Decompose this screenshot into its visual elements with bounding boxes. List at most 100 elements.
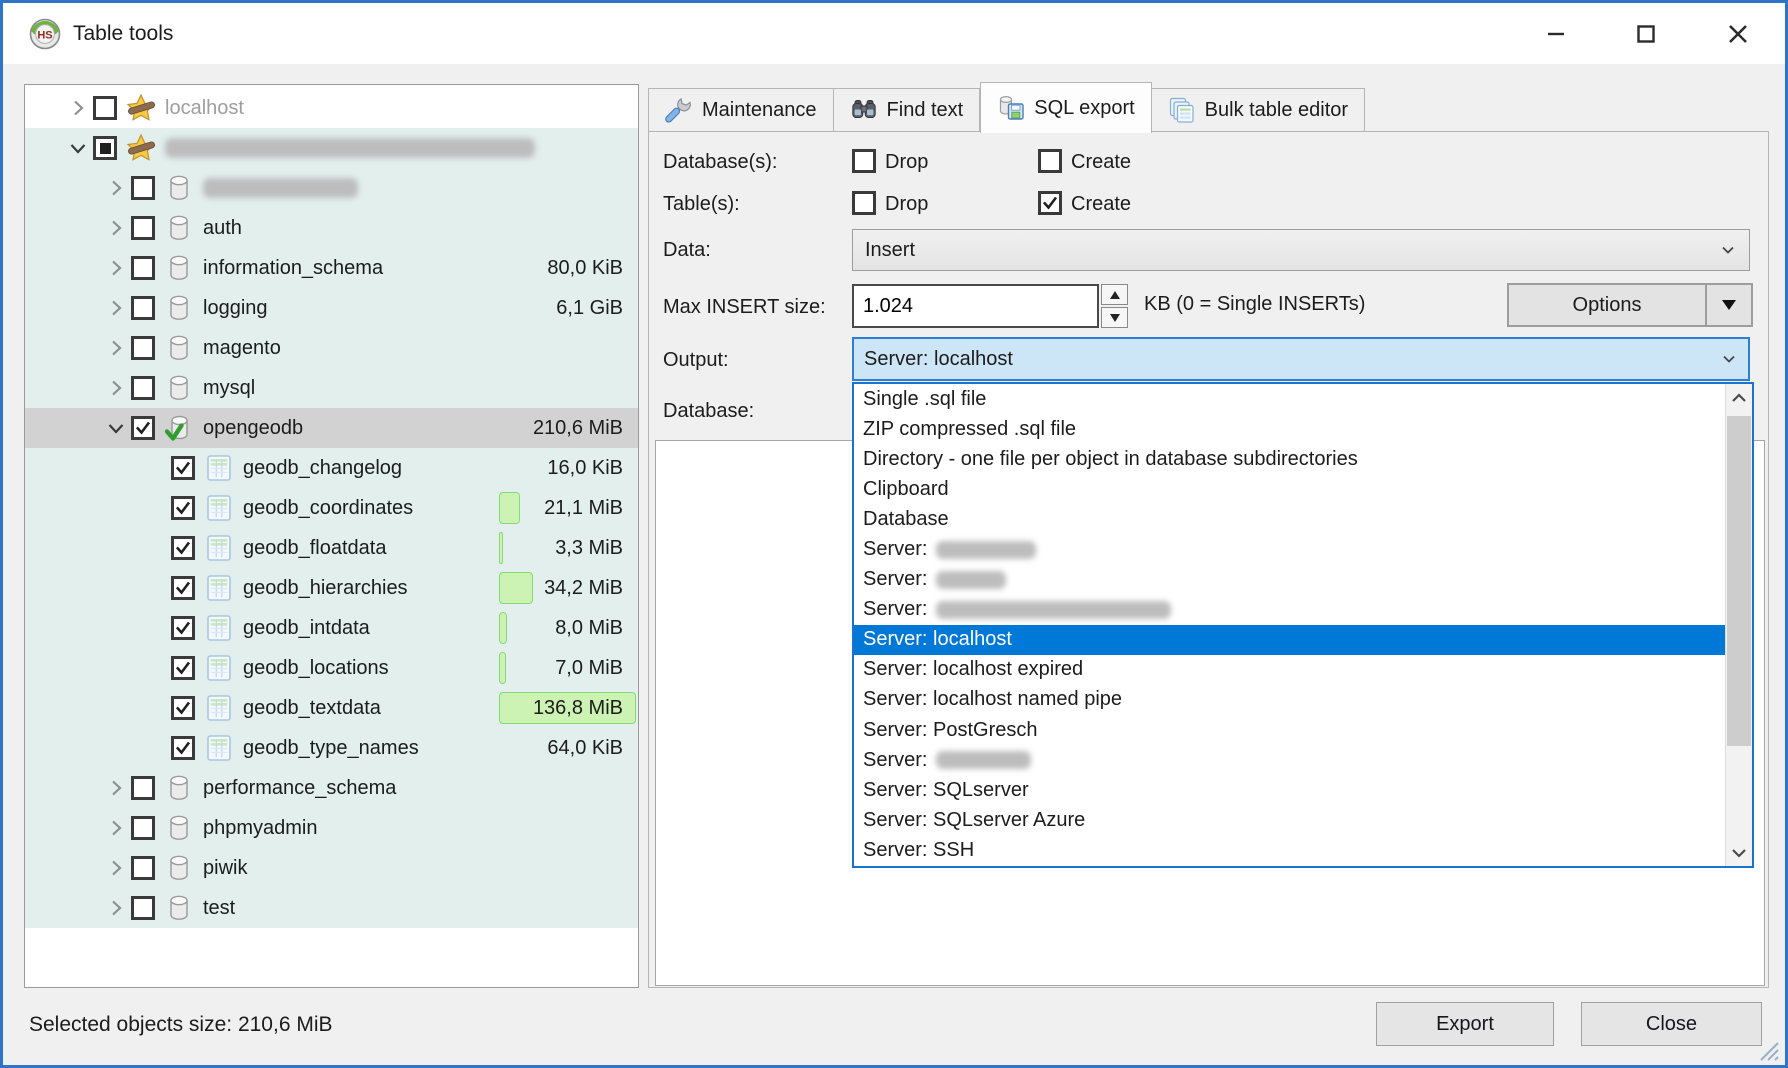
maximize-button[interactable] — [1617, 11, 1675, 57]
tree-checkbox-unchecked[interactable] — [131, 216, 155, 240]
tree-checkbox-unchecked[interactable] — [131, 256, 155, 280]
databases-create-checkbox[interactable] — [1038, 149, 1062, 173]
tab-sql-export[interactable]: SQL export — [980, 82, 1151, 133]
tree-row-mysql[interactable]: mysql — [25, 368, 638, 408]
size-value: 8,0 MiB — [555, 608, 623, 648]
chevron-right-icon[interactable] — [101, 294, 131, 322]
tree-row-piwik[interactable]: piwik — [25, 848, 638, 888]
options-dropdown-arrow[interactable] — [1705, 285, 1751, 325]
tree-checkbox-unchecked[interactable] — [131, 296, 155, 320]
spinner-up-button[interactable] — [1101, 284, 1128, 305]
dropdown-item-server-localhost[interactable]: Server: localhost — [854, 625, 1725, 655]
tree-row-geodb_changelog[interactable]: geodb_changelog16,0 KiB — [25, 448, 638, 488]
tree-row-localhost[interactable]: localhost — [25, 88, 638, 128]
tree-checkbox-unchecked[interactable] — [131, 816, 155, 840]
max-insert-size-input[interactable] — [852, 284, 1099, 328]
tree-checkbox-checked[interactable] — [131, 416, 155, 440]
dropdown-item-single-sql-file[interactable]: Single .sql file — [854, 384, 1725, 414]
tab-bulk-table-editor[interactable]: Bulk table editor — [1152, 88, 1365, 132]
dropdown-item-server-sqlserver[interactable]: Server: SQLserver — [854, 775, 1725, 805]
database-icon — [164, 333, 194, 363]
chevron-right-icon[interactable] — [101, 254, 131, 282]
tree-row-performance_schema[interactable]: performance_schema — [25, 768, 638, 808]
tree-row-logging[interactable]: logging6,1 GiB — [25, 288, 638, 328]
tree-row-geodb_type_names[interactable]: geodb_type_names64,0 KiB — [25, 728, 638, 768]
dropdown-item-database[interactable]: Database — [854, 504, 1725, 534]
dropdown-item-server-[interactable]: Server: — [854, 565, 1725, 595]
tree-checkbox-unchecked[interactable] — [131, 176, 155, 200]
object-tree[interactable]: localhost authinformation_schema80,0 KiBl… — [24, 84, 639, 988]
scroll-down-icon[interactable] — [1726, 839, 1752, 866]
tree-row-geodb_coordinates[interactable]: geodb_coordinates21,1 MiB — [25, 488, 638, 528]
tree-checkbox-unchecked[interactable] — [93, 96, 117, 120]
chevron-right-icon[interactable] — [101, 814, 131, 842]
tree-checkbox-checked[interactable] — [171, 736, 195, 760]
tree-checkbox-unchecked[interactable] — [131, 896, 155, 920]
dropdown-item-server-[interactable]: Server: — [854, 595, 1725, 625]
tree-row-geodb_textdata[interactable]: geodb_textdata136,8 MiB — [25, 688, 638, 728]
dropdown-item-server-[interactable]: Server: — [854, 745, 1725, 775]
max-insert-unit-label: KB (0 = Single INSERTs) — [1144, 293, 1365, 316]
tree-row-geodb_locations[interactable]: geodb_locations7,0 MiB — [25, 648, 638, 688]
data-select[interactable]: Insert — [852, 229, 1750, 271]
tree-row-redacted[interactable] — [25, 168, 638, 208]
chevron-right-icon[interactable] — [101, 894, 131, 922]
dropdown-item-server-ssh[interactable]: Server: SSH — [854, 835, 1725, 865]
tree-row-geodb_floatdata[interactable]: geodb_floatdata3,3 MiB — [25, 528, 638, 568]
tree-row-opengeodb[interactable]: opengeodb210,6 MiB — [25, 408, 638, 448]
dropdown-item-clipboard[interactable]: Clipboard — [854, 474, 1725, 504]
chevron-right-icon[interactable] — [101, 854, 131, 882]
dropdown-item-server-sqlserver-azure[interactable]: Server: SQLserver Azure — [854, 805, 1725, 835]
tree-checkbox-unchecked[interactable] — [131, 376, 155, 400]
scroll-up-icon[interactable] — [1726, 384, 1752, 411]
dropdown-item-server-[interactable]: Server: — [854, 534, 1725, 564]
chevron-right-icon[interactable] — [101, 334, 131, 362]
dropdown-item-zip-compressed-sql-file[interactable]: ZIP compressed .sql file — [854, 414, 1725, 444]
dropdown-item-directory-one-file-per-object-in-database-subdirectories[interactable]: Directory - one file per object in datab… — [854, 444, 1725, 474]
dropdown-item-server-localhost-named-pipe[interactable]: Server: localhost named pipe — [854, 685, 1725, 715]
tree-checkbox-checked[interactable] — [171, 576, 195, 600]
dropdown-item-server-localhost-expired[interactable]: Server: localhost expired — [854, 655, 1725, 685]
chevron-down-icon[interactable] — [63, 134, 93, 162]
close-icon[interactable] — [1709, 11, 1767, 57]
resize-grip[interactable] — [1753, 1035, 1779, 1061]
chevron-right-icon[interactable] — [101, 774, 131, 802]
chevron-right-icon[interactable] — [101, 174, 131, 202]
minimize-button[interactable] — [1527, 11, 1585, 57]
tree-checkbox-unchecked[interactable] — [131, 776, 155, 800]
tab-find-text[interactable]: Find text — [834, 88, 981, 132]
chevron-down-icon[interactable] — [101, 414, 131, 442]
tree-row-phpmyadmin[interactable]: phpmyadmin — [25, 808, 638, 848]
chevron-right-icon[interactable] — [101, 214, 131, 242]
dropdown-item-server-postgresch[interactable]: Server: PostGresch — [854, 715, 1725, 745]
tables-create-checkbox[interactable] — [1038, 191, 1062, 215]
tree-row-information_schema[interactable]: information_schema80,0 KiB — [25, 248, 638, 288]
tree-row-magento[interactable]: magento — [25, 328, 638, 368]
output-combobox[interactable]: Server: localhost — [852, 337, 1750, 381]
tree-checkbox-checked[interactable] — [171, 456, 195, 480]
tree-row-test[interactable]: test — [25, 888, 638, 928]
spinner-down-button[interactable] — [1101, 307, 1128, 328]
tree-checkbox-checked[interactable] — [171, 616, 195, 640]
tree-row-auth[interactable]: auth — [25, 208, 638, 248]
options-button[interactable]: Options — [1507, 283, 1753, 327]
tree-checkbox-checked[interactable] — [171, 536, 195, 560]
tree-checkbox-checked[interactable] — [171, 696, 195, 720]
chevron-right-icon[interactable] — [63, 94, 93, 122]
tree-row-geodb_hierarchies[interactable]: geodb_hierarchies34,2 MiB — [25, 568, 638, 608]
tree-checkbox-mixed[interactable] — [93, 136, 117, 160]
tree-checkbox-checked[interactable] — [171, 496, 195, 520]
tree-checkbox-unchecked[interactable] — [131, 856, 155, 880]
tab-maintenance[interactable]: Maintenance — [648, 88, 834, 132]
tree-checkbox-unchecked[interactable] — [131, 336, 155, 360]
tree-row-geodb_intdata[interactable]: geodb_intdata8,0 MiB — [25, 608, 638, 648]
close-button[interactable]: Close — [1581, 1002, 1762, 1046]
export-button[interactable]: Export — [1376, 1002, 1554, 1046]
dropdown-scrollbar[interactable] — [1725, 384, 1752, 866]
scrollbar-thumb[interactable] — [1727, 416, 1751, 746]
chevron-right-icon[interactable] — [101, 374, 131, 402]
tables-drop-checkbox[interactable] — [852, 191, 876, 215]
tree-checkbox-checked[interactable] — [171, 656, 195, 680]
tree-row-redacted[interactable] — [25, 128, 638, 168]
databases-drop-checkbox[interactable] — [852, 149, 876, 173]
